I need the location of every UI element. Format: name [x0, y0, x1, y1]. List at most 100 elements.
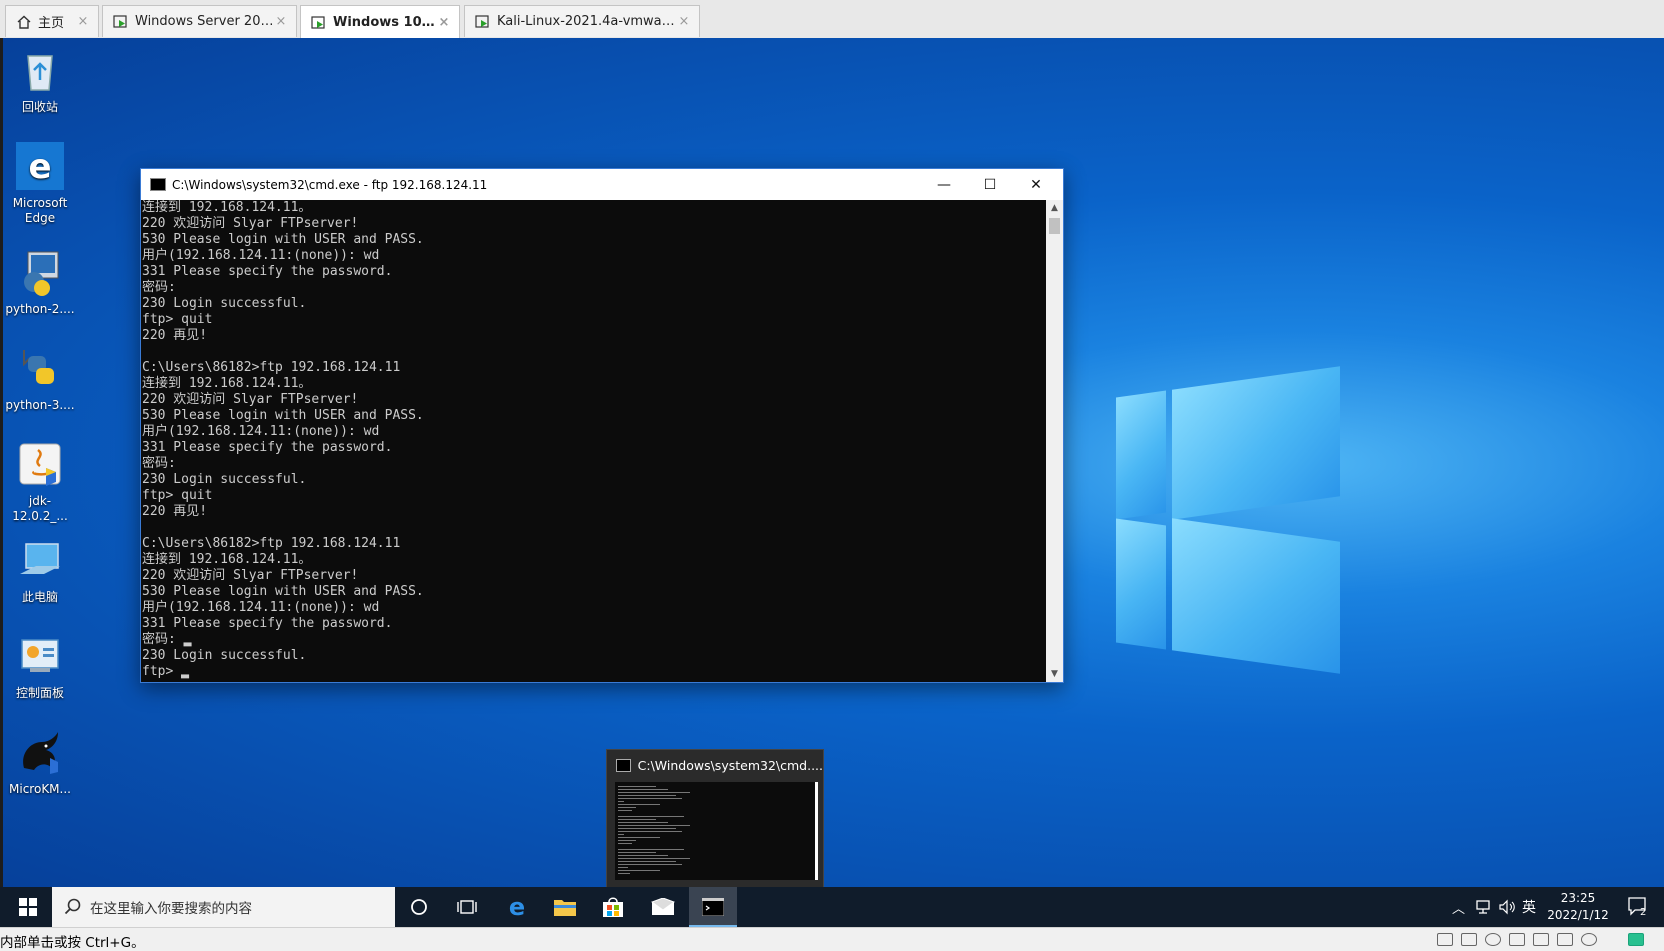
thumbnail-line — [618, 867, 628, 868]
thumbnail-line — [618, 795, 676, 796]
console-line: 220 再见! — [142, 504, 208, 519]
thumbnail-line — [618, 852, 656, 853]
tab-windows-10-x64[interactable]: Windows 10 x64 × — [300, 5, 460, 39]
desktop-icon-this-pc[interactable]: 此电脑 — [2, 536, 78, 605]
dragon-icon — [23, 732, 58, 774]
notification-icon — [1628, 897, 1646, 916]
tab-close-icon[interactable]: × — [76, 14, 90, 29]
python-icon — [23, 350, 54, 384]
console-line: 用户(192.168.124.11:(none)): wd — [142, 424, 380, 439]
start-button[interactable] — [4, 887, 52, 927]
svg-text:e: e — [509, 895, 525, 919]
volume-tray-button[interactable] — [1498, 887, 1516, 927]
vertical-scrollbar[interactable]: ▲ ▼ — [1046, 200, 1063, 682]
thumbnail-line — [618, 810, 632, 811]
input-method-indicator[interactable]: 英 — [1522, 887, 1536, 927]
network-tray-button[interactable] — [1474, 887, 1492, 927]
tab-home[interactable]: 主页 × — [5, 5, 99, 37]
console-line: 220 欢迎访问 Slyar FTPserver! — [142, 392, 359, 407]
scroll-up-icon[interactable]: ▲ — [1046, 200, 1063, 216]
desktop-icon-edge[interactable]: e Microsoft Edge — [2, 142, 78, 226]
console-output[interactable]: 连接到 192.168.124.11。 220 欢迎访问 Slyar FTPser… — [141, 200, 1046, 682]
console-line: 331 Please specify the password. — [142, 264, 393, 279]
console-line: 530 Please login with USER and PASS. — [142, 584, 424, 599]
edge-icon: e — [16, 142, 64, 190]
desktop-icon-python-3[interactable]: python-3.... — [2, 344, 78, 413]
desktop-icon-recycle-bin[interactable]: 回收站 — [2, 46, 78, 115]
thumbnail-line — [618, 864, 682, 865]
taskbar-mail-button[interactable] — [639, 887, 687, 927]
console-line: 331 Please specify the password. — [142, 440, 393, 455]
console-line: 连接到 192.168.124.11。 — [142, 376, 312, 391]
console-line: 331 Please specify the password. — [142, 616, 393, 631]
tab-close-icon[interactable]: × — [677, 14, 691, 29]
svg-text:e: e — [28, 147, 51, 187]
desktop-icon-label: python-3.... — [5, 398, 75, 412]
console-line: C:\Users\86182>ftp 192.168.124.11 — [142, 360, 401, 375]
console-line: 530 Please login with USER and PASS. — [142, 408, 424, 423]
taskbar-store-button[interactable] — [589, 887, 637, 927]
desktop-icon-control-panel[interactable]: 控制面板 — [2, 632, 78, 701]
console-icon — [150, 178, 166, 191]
thumbnail-line — [618, 843, 632, 844]
taskbar-cmd-button[interactable] — [689, 887, 737, 927]
console-line: ftp> quit — [142, 312, 213, 327]
minimize-button[interactable]: — — [921, 169, 967, 200]
desktop-icon-jdk[interactable]: jdk-12.0.2_... — [2, 440, 78, 524]
cmd-window-title: C:\Windows\system32\cmd.exe - ftp 192.16… — [172, 177, 488, 192]
console-line: ftp> quit — [142, 488, 213, 503]
taskbar-search-box[interactable]: 在这里输入你要搜索的内容 — [52, 887, 395, 927]
task-view-button[interactable] — [443, 887, 491, 927]
tab-close-icon[interactable]: × — [437, 15, 451, 30]
taskbar: 在这里输入你要搜索的内容 e ︿ 英 23:25 2022/1/12 2 — [0, 887, 1664, 927]
windows-logo-pane — [1116, 518, 1166, 650]
hard-disk-icon[interactable] — [1437, 933, 1453, 946]
clock-time: 23:25 — [1560, 891, 1596, 905]
taskbar-clock[interactable]: 23:25 2022/1/12 — [1536, 890, 1620, 924]
message-log-icon[interactable] — [1628, 933, 1644, 946]
cd-drive-icon[interactable] — [1485, 933, 1501, 946]
close-button[interactable]: ✕ — [1013, 169, 1059, 200]
scroll-down-icon[interactable]: ▼ — [1046, 666, 1063, 682]
printer-icon[interactable] — [1533, 933, 1549, 946]
thumbnail-line — [618, 873, 630, 874]
thumbnail-line — [618, 855, 668, 856]
console-line: 用户(192.168.124.11:(none)): wd — [142, 600, 380, 615]
thumbnail-line — [618, 798, 682, 799]
cortana-button[interactable] — [395, 887, 443, 927]
vm-icon — [475, 14, 489, 28]
thumbnail-line — [618, 831, 682, 832]
tab-home-label: 主页 — [38, 16, 65, 31]
vm-tab-bar: 主页 × Windows Server 2012 × Windows 10 x6… — [0, 0, 1664, 39]
sound-card-icon[interactable] — [1557, 933, 1573, 946]
console-line: 230 Login successful. — [142, 472, 307, 487]
tab-label: Windows 10 x64 — [333, 15, 437, 30]
tab-close-icon[interactable]: × — [274, 14, 288, 29]
action-center-button[interactable]: 2 — [1628, 887, 1650, 927]
taskbar-edge-button[interactable]: e — [493, 887, 541, 927]
desktop-icon-python-2[interactable]: python-2.... — [2, 248, 78, 317]
network-icon — [1476, 900, 1490, 914]
windows-logo-pane — [1172, 518, 1340, 674]
hard-disk-icon[interactable] — [1461, 933, 1477, 946]
desktop-icon-label: Microsoft Edge — [12, 196, 68, 225]
thumbnail-line — [618, 834, 624, 835]
tab-kali-linux[interactable]: Kali-Linux-2021.4a-vmware-am... × — [464, 5, 700, 37]
task-view-icon — [457, 900, 477, 914]
show-hidden-icons-button[interactable]: ︿ — [1452, 887, 1465, 927]
network-adapter-icon[interactable] — [1509, 933, 1525, 946]
cortana-icon — [411, 899, 427, 915]
thumbnail-line — [618, 807, 636, 808]
tab-windows-server-2012[interactable]: Windows Server 2012 × — [102, 5, 297, 37]
desktop-icon-label: 控制面板 — [15, 686, 64, 700]
thumbnail-line — [618, 840, 636, 841]
maximize-button[interactable]: ☐ — [967, 169, 1013, 200]
usb-icon[interactable] — [1581, 933, 1597, 946]
cmd-window[interactable]: C:\Windows\system32\cmd.exe - ftp 192.16… — [140, 168, 1064, 683]
desktop-icon-microkms[interactable]: MicroKM... — [2, 728, 78, 797]
cmd-title-bar[interactable]: C:\Windows\system32\cmd.exe - ftp 192.16… — [141, 169, 1063, 200]
taskbar-file-explorer-button[interactable] — [541, 887, 589, 927]
scrollbar-thumb[interactable] — [1049, 218, 1060, 234]
taskbar-thumbnail-preview[interactable]: C:\Windows\system32\cmd.... — [606, 749, 824, 889]
windows-start-icon — [19, 898, 37, 916]
